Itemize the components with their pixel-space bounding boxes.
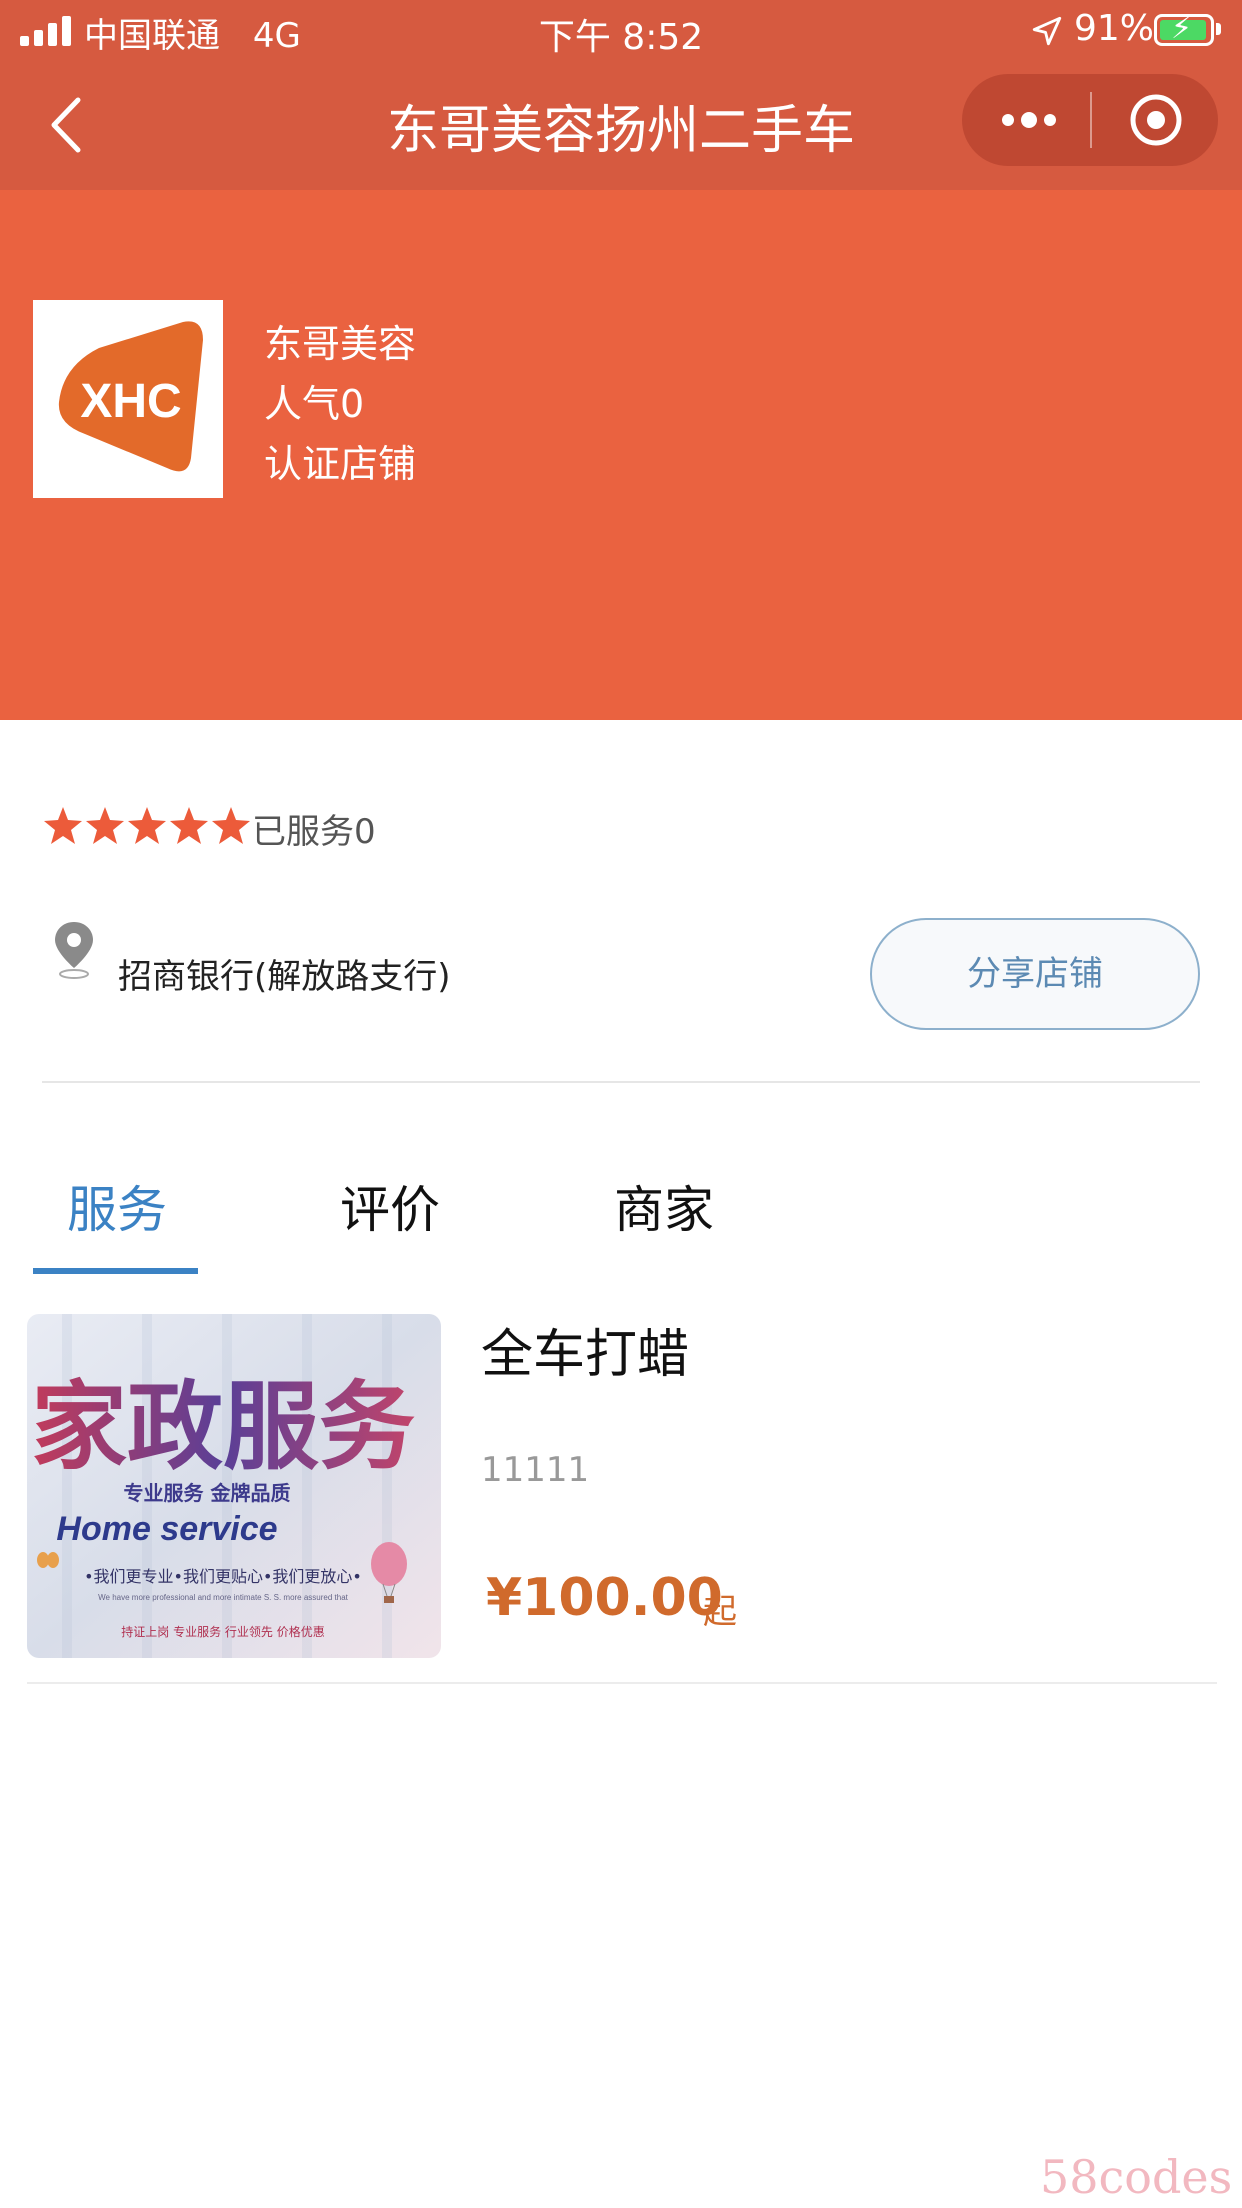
image-footer: 持证上岗 专业服务 行业领先 价格优惠 bbox=[121, 1624, 324, 1639]
image-headline: 家政服务 bbox=[31, 1371, 415, 1483]
tab-service[interactable]: 服务 bbox=[67, 1170, 167, 1242]
image-subheadline: 专业服务 金牌品质 bbox=[124, 1481, 291, 1505]
status-bar: 中国联通 4G 下午 8:52 91% ⚡ bbox=[0, 0, 1242, 60]
close-mini-program-icon[interactable] bbox=[1128, 92, 1184, 148]
logo-text: XHC bbox=[80, 375, 181, 428]
active-tab-indicator bbox=[33, 1268, 198, 1274]
store-logo: XHC bbox=[33, 300, 223, 498]
certified-label: 认证店铺 bbox=[264, 442, 417, 486]
watermark: 58codes bbox=[1040, 2150, 1233, 2204]
image-english: Home service bbox=[56, 1510, 277, 1548]
served-count: 已服务0 bbox=[252, 812, 376, 852]
battery-percent: 91% bbox=[1074, 8, 1155, 49]
battery-tip bbox=[1216, 23, 1221, 35]
share-store-button[interactable]: 分享店铺 bbox=[870, 918, 1200, 1030]
item-divider bbox=[27, 1682, 1217, 1684]
capsule-divider bbox=[1090, 92, 1092, 148]
location-pin-icon bbox=[55, 922, 93, 979]
image-slogan: •我们更专业•我们更贴心•我们更放心• bbox=[84, 1567, 362, 1586]
divider bbox=[42, 1081, 1200, 1083]
location-arrow-icon bbox=[1032, 16, 1062, 46]
service-price: ¥100.00 bbox=[486, 1568, 723, 1628]
more-icon[interactable] bbox=[996, 100, 1062, 140]
store-address: 招商银行(解放路支行) bbox=[118, 957, 451, 997]
tab-merchant[interactable]: 商家 bbox=[614, 1170, 714, 1242]
star-icon bbox=[212, 807, 250, 844]
store-name: 东哥美容 bbox=[264, 322, 417, 366]
tab-review[interactable]: 评价 bbox=[340, 1170, 440, 1242]
service-image[interactable]: 家政服务 专业服务 金牌品质 Home service •我们更专业•我们更贴心… bbox=[27, 1314, 441, 1658]
price-suffix: 起 bbox=[703, 1592, 737, 1632]
rating-stars bbox=[44, 807, 250, 844]
service-description: 11111 bbox=[481, 1450, 590, 1490]
star-icon bbox=[128, 807, 166, 844]
battery-icon: ⚡ bbox=[1154, 13, 1214, 46]
star-icon bbox=[170, 807, 208, 844]
image-small-english: We have more professional and more intim… bbox=[98, 1593, 349, 1602]
service-title[interactable]: 全车打蜡 bbox=[481, 1312, 689, 1387]
store-popularity: 人气0 bbox=[264, 382, 365, 426]
star-icon bbox=[86, 807, 124, 844]
star-icon bbox=[44, 807, 82, 844]
